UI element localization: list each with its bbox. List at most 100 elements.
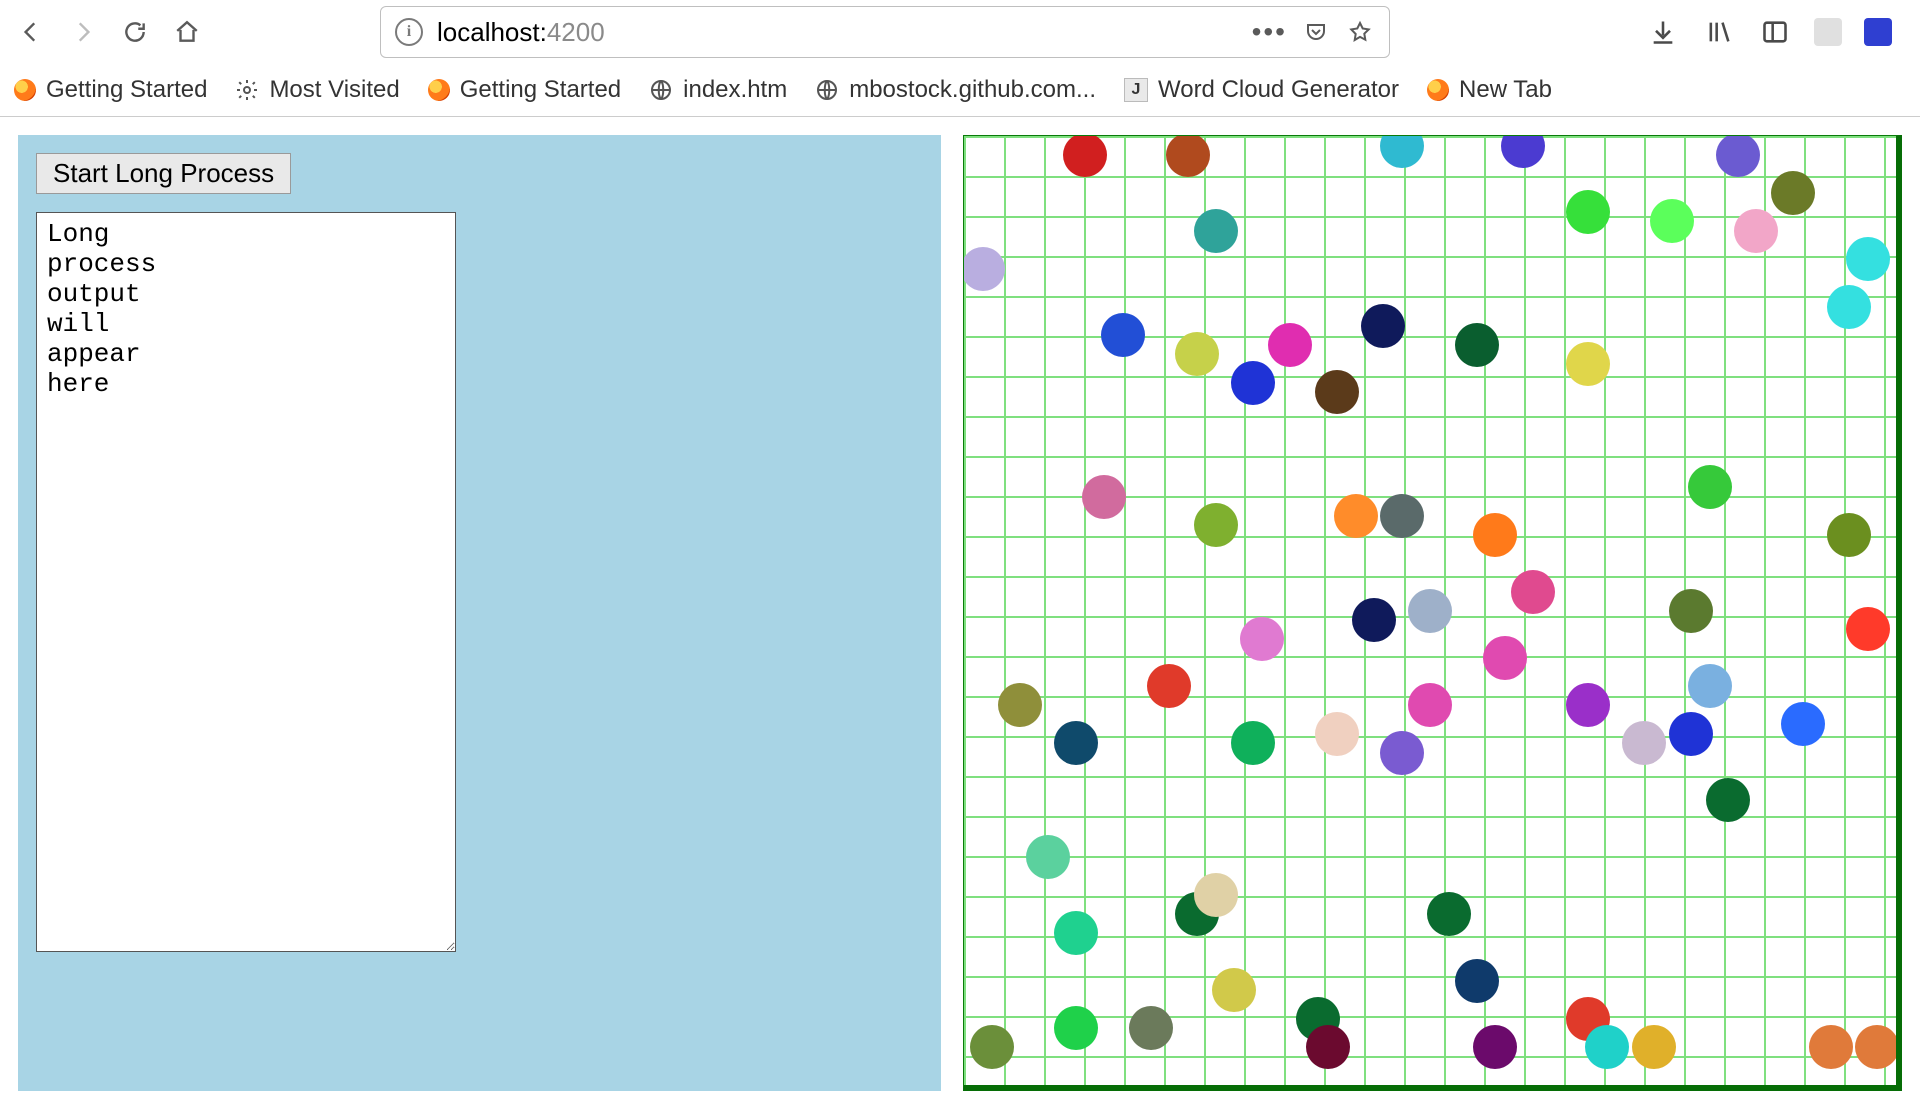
chart-point <box>1166 135 1210 177</box>
sidebars-icon[interactable] <box>1758 15 1792 49</box>
chart-point <box>1473 1025 1517 1069</box>
chart-point <box>1827 513 1871 557</box>
chart-point <box>1352 598 1396 642</box>
chart-point <box>1827 285 1871 329</box>
chart-point <box>1212 968 1256 1012</box>
chart-point <box>1240 617 1284 661</box>
chart-point <box>1380 731 1424 775</box>
chart-point <box>1809 1025 1853 1069</box>
globe-icon <box>815 78 839 102</box>
chart-point <box>1688 465 1732 509</box>
site-letter-icon: J <box>1124 78 1148 102</box>
chart-point <box>1734 209 1778 253</box>
chart-point <box>1194 873 1238 917</box>
chart-point <box>1473 513 1517 557</box>
bookmark-label: Getting Started <box>460 76 621 104</box>
chart-point <box>1566 342 1610 386</box>
chart-point <box>1231 721 1275 765</box>
chart-point <box>1129 1006 1173 1050</box>
back-button[interactable] <box>12 13 50 51</box>
bookmark-label: mbostock.github.com... <box>849 76 1096 104</box>
chart-point <box>1380 494 1424 538</box>
chart-point <box>1194 209 1238 253</box>
chart-point <box>1455 323 1499 367</box>
chart-point <box>1846 237 1890 281</box>
bookmark-item[interactable]: Most Visited <box>235 76 399 104</box>
chart-point <box>1026 835 1070 879</box>
url-port: 4200 <box>547 17 605 47</box>
chart-point <box>1427 892 1471 936</box>
chart-point <box>1361 304 1405 348</box>
bookmark-label: New Tab <box>1459 76 1552 104</box>
nav-toolbar: i localhost:4200 ••• <box>0 0 1920 64</box>
chart-point <box>1669 589 1713 633</box>
downloads-icon[interactable] <box>1646 15 1680 49</box>
bookmark-item[interactable]: Getting Started <box>428 76 621 104</box>
browser-chrome: i localhost:4200 ••• <box>0 0 1920 117</box>
address-bar[interactable]: i localhost:4200 ••• <box>380 6 1390 58</box>
chart-point <box>1101 313 1145 357</box>
chart-point <box>1063 135 1107 177</box>
chart-point <box>1650 199 1694 243</box>
chart-point <box>1501 135 1545 168</box>
library-icon[interactable] <box>1702 15 1736 49</box>
bookmark-item[interactable]: J Word Cloud Generator <box>1124 76 1399 104</box>
chart-point <box>1054 911 1098 955</box>
chart-point <box>1632 1025 1676 1069</box>
start-long-process-button[interactable]: Start Long Process <box>36 153 291 194</box>
firefox-icon <box>428 79 450 101</box>
bookmark-label: Getting Started <box>46 76 207 104</box>
firefox-icon <box>14 79 36 101</box>
page-body: Start Long Process <box>0 117 1920 1109</box>
bookmark-label: Most Visited <box>269 76 399 104</box>
extension-icon-2[interactable] <box>1864 18 1892 46</box>
chart-point <box>1054 721 1098 765</box>
bookmark-item[interactable]: Getting Started <box>14 76 207 104</box>
chart-point <box>1334 494 1378 538</box>
url-text: localhost:4200 <box>437 17 605 48</box>
chart-point <box>998 683 1042 727</box>
page-actions-icon[interactable]: ••• <box>1252 16 1287 48</box>
chart-point <box>1781 702 1825 746</box>
chart-point <box>1622 721 1666 765</box>
chart-point <box>1408 589 1452 633</box>
chart-point <box>1511 570 1555 614</box>
chart-point <box>1231 361 1275 405</box>
scatter-chart <box>963 135 1902 1091</box>
bookmark-star-icon[interactable] <box>1345 17 1375 47</box>
process-output-textarea[interactable] <box>36 212 456 952</box>
chart-point <box>1669 712 1713 756</box>
pocket-icon[interactable] <box>1301 17 1331 47</box>
home-button[interactable] <box>168 13 206 51</box>
chart-point <box>1566 190 1610 234</box>
bookmark-label: Word Cloud Generator <box>1158 76 1399 104</box>
bookmark-item[interactable]: mbostock.github.com... <box>815 76 1096 104</box>
chart-point <box>1483 636 1527 680</box>
chart-point <box>1175 332 1219 376</box>
chart-point <box>1380 135 1424 168</box>
reload-button[interactable] <box>116 13 154 51</box>
bookmark-item[interactable]: New Tab <box>1427 76 1552 104</box>
chart-point <box>1855 1025 1899 1069</box>
bookmark-item[interactable]: index.htm <box>649 76 787 104</box>
extension-icon-1[interactable] <box>1814 18 1842 46</box>
bookmark-label: index.htm <box>683 76 787 104</box>
site-info-icon[interactable]: i <box>395 18 423 46</box>
globe-icon <box>649 78 673 102</box>
chart-point <box>1688 664 1732 708</box>
chart-point <box>1306 1025 1350 1069</box>
forward-button[interactable] <box>64 13 102 51</box>
right-toolbar <box>1646 15 1908 49</box>
chart-point <box>963 247 1005 291</box>
chart-point <box>970 1025 1014 1069</box>
left-panel: Start Long Process <box>18 135 941 1091</box>
chart-point <box>1706 778 1750 822</box>
chart-point <box>1194 503 1238 547</box>
firefox-icon <box>1427 79 1449 101</box>
chart-point <box>1315 370 1359 414</box>
chart-point <box>1082 475 1126 519</box>
chart-point <box>1315 712 1359 756</box>
chart-point <box>1846 607 1890 651</box>
chart-point <box>1585 1025 1629 1069</box>
gear-icon <box>235 78 259 102</box>
